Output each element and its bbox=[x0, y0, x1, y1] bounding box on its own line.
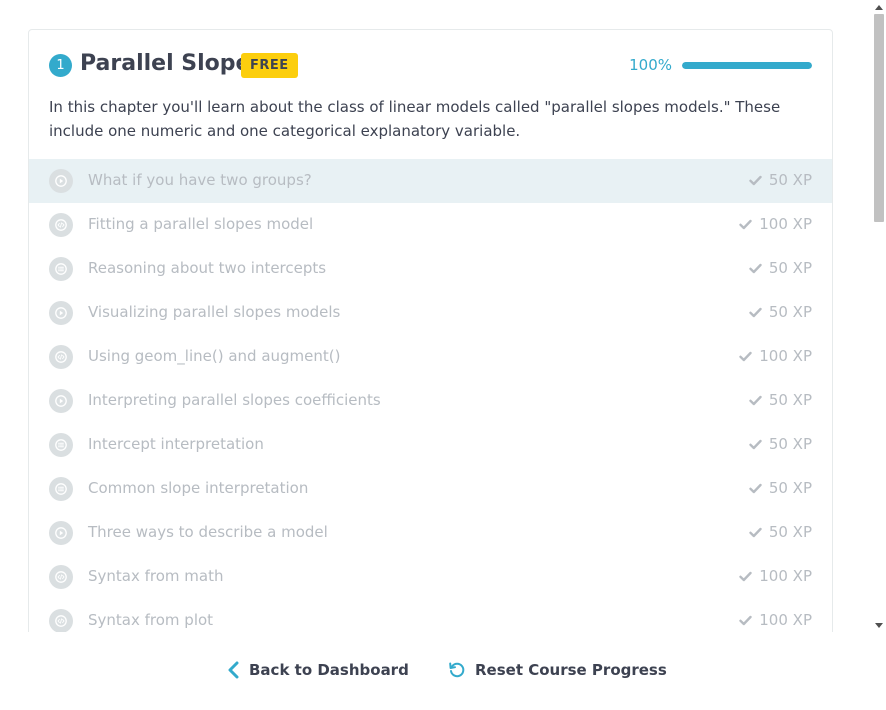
exercise-xp: 100 XP bbox=[739, 611, 812, 629]
check-icon bbox=[749, 439, 762, 450]
list-icon bbox=[49, 433, 73, 457]
scroll-up-arrow-icon[interactable] bbox=[872, 0, 886, 14]
back-to-dashboard-button[interactable]: Back to Dashboard bbox=[226, 661, 409, 679]
code-icon bbox=[49, 345, 73, 369]
check-icon bbox=[749, 175, 762, 186]
exercise-title: Three ways to describe a model bbox=[88, 523, 328, 541]
exercise-xp: 50 XP bbox=[749, 303, 812, 321]
check-icon bbox=[749, 263, 762, 274]
footer-bar: Back to Dashboard Reset Course Progress bbox=[0, 632, 886, 710]
reset-icon bbox=[448, 661, 466, 679]
exercise-title: Intercept interpretation bbox=[88, 435, 264, 453]
scrollbar-thumb[interactable] bbox=[874, 14, 884, 222]
exercise-xp: 100 XP bbox=[739, 215, 812, 233]
exercise-title: Using geom_line() and augment() bbox=[88, 347, 341, 365]
exercise-xp-value: 50 XP bbox=[768, 303, 812, 321]
check-icon bbox=[749, 527, 762, 538]
exercise-item[interactable]: Syntax from math 100 XP bbox=[29, 555, 832, 599]
exercise-xp: 100 XP bbox=[739, 347, 812, 365]
chapter-title: Parallel Slopes bbox=[80, 51, 264, 76]
play-icon bbox=[49, 169, 73, 193]
exercise-list: What if you have two groups? 50 XP Fitting… bbox=[29, 159, 832, 632]
check-icon bbox=[739, 219, 752, 230]
exercise-xp-value: 100 XP bbox=[759, 611, 812, 629]
check-icon bbox=[739, 615, 752, 626]
chapter-header: 1 Parallel Slopes FREE 100% bbox=[49, 51, 812, 80]
exercise-item[interactable]: Three ways to describe a model 50 XP bbox=[29, 511, 832, 555]
exercise-item[interactable]: Syntax from plot 100 XP bbox=[29, 599, 832, 632]
exercise-item[interactable]: Intercept interpretation 50 XP bbox=[29, 423, 832, 467]
scroll-area: 1 Parallel Slopes FREE 100% In this chap… bbox=[0, 0, 872, 632]
exercise-xp-value: 50 XP bbox=[768, 479, 812, 497]
code-icon bbox=[49, 609, 73, 632]
exercise-xp-value: 100 XP bbox=[759, 567, 812, 585]
exercise-title: What if you have two groups? bbox=[88, 171, 312, 189]
chapter-card: 1 Parallel Slopes FREE 100% In this chap… bbox=[28, 29, 833, 632]
exercise-title: Visualizing parallel slopes models bbox=[88, 303, 341, 321]
exercise-title: Interpreting parallel slopes coefficient… bbox=[88, 391, 381, 409]
exercise-item[interactable]: Interpreting parallel slopes coefficient… bbox=[29, 379, 832, 423]
exercise-xp: 50 XP bbox=[749, 435, 812, 453]
check-icon bbox=[749, 395, 762, 406]
exercise-xp-value: 50 XP bbox=[768, 391, 812, 409]
free-badge: FREE bbox=[241, 53, 298, 78]
exercise-xp-value: 50 XP bbox=[768, 523, 812, 541]
exercise-title: Syntax from math bbox=[88, 567, 224, 585]
back-to-dashboard-label: Back to Dashboard bbox=[249, 661, 409, 679]
check-icon bbox=[739, 351, 752, 362]
progress-percentage: 100% bbox=[629, 56, 672, 74]
chapter-description: In this chapter you'll learn about the c… bbox=[49, 98, 781, 140]
play-icon bbox=[49, 521, 73, 545]
exercise-xp: 50 XP bbox=[749, 523, 812, 541]
exercise-xp: 50 XP bbox=[749, 391, 812, 409]
play-icon bbox=[49, 389, 73, 413]
exercise-item[interactable]: Visualizing parallel slopes models 50 XP bbox=[29, 291, 832, 335]
progress-bar-fill bbox=[682, 62, 812, 69]
exercise-item[interactable]: Fitting a parallel slopes model 100 XP bbox=[29, 203, 832, 247]
exercise-title: Common slope interpretation bbox=[88, 479, 309, 497]
exercise-item[interactable]: Using geom_line() and augment() 100 XP bbox=[29, 335, 832, 379]
exercise-title: Fitting a parallel slopes model bbox=[88, 215, 314, 233]
chapter-number: 1 bbox=[49, 54, 72, 77]
chevron-left-icon bbox=[226, 661, 240, 679]
exercise-item[interactable]: What if you have two groups? 50 XP bbox=[29, 159, 832, 203]
check-icon bbox=[749, 307, 762, 318]
exercise-item[interactable]: Common slope interpretation 50 XP bbox=[29, 467, 832, 511]
exercise-xp: 50 XP bbox=[749, 171, 812, 189]
list-icon bbox=[49, 257, 73, 281]
exercise-xp-value: 100 XP bbox=[759, 215, 812, 233]
exercise-item[interactable]: Reasoning about two intercepts 50 XP bbox=[29, 247, 832, 291]
vertical-scrollbar[interactable] bbox=[872, 0, 886, 632]
progress-bar bbox=[682, 62, 812, 69]
scroll-down-arrow-icon[interactable] bbox=[872, 618, 886, 632]
exercise-title: Syntax from plot bbox=[88, 611, 214, 629]
exercise-xp-value: 50 XP bbox=[768, 259, 812, 277]
code-icon bbox=[49, 565, 73, 589]
exercise-xp: 50 XP bbox=[749, 479, 812, 497]
reset-course-progress-label: Reset Course Progress bbox=[475, 661, 667, 679]
list-icon bbox=[49, 477, 73, 501]
exercise-xp-value: 50 XP bbox=[768, 435, 812, 453]
code-icon bbox=[49, 213, 73, 237]
exercise-xp: 100 XP bbox=[739, 567, 812, 585]
reset-course-progress-button[interactable]: Reset Course Progress bbox=[448, 661, 667, 679]
exercise-xp-value: 50 XP bbox=[768, 171, 812, 189]
check-icon bbox=[749, 483, 762, 494]
exercise-title: Reasoning about two intercepts bbox=[88, 259, 327, 277]
check-icon bbox=[739, 571, 752, 582]
exercise-xp-value: 100 XP bbox=[759, 347, 812, 365]
play-icon bbox=[49, 301, 73, 325]
exercise-xp: 50 XP bbox=[749, 259, 812, 277]
